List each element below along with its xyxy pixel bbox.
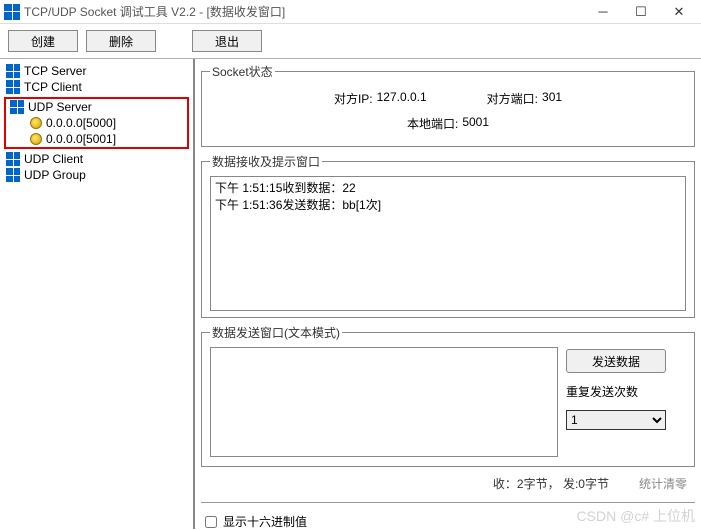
create-button[interactable]: 创建 [8, 30, 78, 52]
peer-ip: 对方IP: 127.0.0.1 [334, 90, 427, 107]
send-legend: 数据发送窗口(文本模式) [210, 324, 342, 341]
stats-reset-button[interactable]: 统计清零 [639, 475, 687, 492]
minimize-button[interactable]: ─ [593, 4, 613, 20]
highlighted-group: UDP Server 0.0.0.0[5000] 0.0.0.0[5001] [4, 97, 189, 149]
window-controls: ─ ☐ ✕ [593, 4, 697, 20]
content-area: TCP Server TCP Client UDP Server 0.0.0.0… [0, 59, 701, 529]
node-icon [10, 100, 24, 114]
exit-button[interactable]: 退出 [192, 30, 262, 52]
recv-legend: 数据接收及提示窗口 [210, 153, 322, 170]
node-icon [6, 168, 20, 182]
socket-status-group: Socket状态 对方IP: 127.0.0.1 对方端口: 301 本地端口: [201, 63, 695, 147]
connection-icon [30, 133, 42, 145]
close-button[interactable]: ✕ [669, 4, 689, 20]
tree-udp-conn-5000[interactable]: 0.0.0.0[5000] [6, 115, 187, 131]
recv-group: 数据接收及提示窗口 下午 1:51:15收到数据：22 下午 1:51:36发送… [201, 153, 695, 318]
tree-udp-group[interactable]: UDP Group [2, 167, 191, 183]
hex-row: 显示十六进制值 [201, 511, 695, 529]
stats-recv: 收：2字节， 发:0字节 [493, 475, 609, 492]
send-button[interactable]: 发送数据 [566, 349, 666, 373]
tree-label: 0.0.0.0[5000] [46, 116, 116, 130]
local-port: 本地端口: 5001 [407, 115, 489, 132]
tree-udp-server[interactable]: UDP Server [6, 99, 187, 115]
hex-checkbox[interactable] [205, 516, 217, 528]
maximize-button[interactable]: ☐ [631, 4, 651, 20]
tree-label: TCP Client [24, 80, 82, 94]
app-icon [4, 4, 20, 20]
repeat-count-select[interactable]: 1 [566, 410, 666, 430]
node-icon [6, 152, 20, 166]
hex-label: 显示十六进制值 [223, 513, 307, 529]
peer-port: 对方端口: 301 [487, 90, 562, 107]
tree-label: TCP Server [24, 64, 86, 78]
sidebar-tree[interactable]: TCP Server TCP Client UDP Server 0.0.0.0… [0, 59, 195, 529]
title-bar: TCP/UDP Socket 调试工具 V2.2 - [数据收发窗口] ─ ☐ … [0, 0, 701, 24]
toolbar: 创建 删除 退出 [0, 24, 701, 59]
tree-label: UDP Server [28, 100, 92, 114]
separator [201, 502, 695, 503]
window-title: TCP/UDP Socket 调试工具 V2.2 - [数据收发窗口] [24, 3, 593, 20]
repeat-label: 重复发送次数 [566, 383, 686, 400]
tree-tcp-server[interactable]: TCP Server [2, 63, 191, 79]
recv-log[interactable]: 下午 1:51:15收到数据：22 下午 1:51:36发送数据：bb[1次] [210, 176, 686, 311]
tree-label: UDP Group [24, 168, 86, 182]
delete-button[interactable]: 删除 [86, 30, 156, 52]
send-textarea[interactable] [210, 347, 558, 457]
tree-label: UDP Client [24, 152, 83, 166]
main-panel: Socket状态 对方IP: 127.0.0.1 对方端口: 301 本地端口: [195, 59, 701, 529]
tree-label: 0.0.0.0[5001] [46, 132, 116, 146]
socket-status-legend: Socket状态 [210, 63, 275, 80]
connection-icon [30, 117, 42, 129]
stats-row: 收：2字节， 发:0字节 统计清零 [201, 473, 695, 494]
tree-udp-client[interactable]: UDP Client [2, 151, 191, 167]
send-group: 数据发送窗口(文本模式) 发送数据 重复发送次数 1 [201, 324, 695, 467]
node-icon [6, 64, 20, 78]
tree-tcp-client[interactable]: TCP Client [2, 79, 191, 95]
node-icon [6, 80, 20, 94]
tree-udp-conn-5001[interactable]: 0.0.0.0[5001] [6, 131, 187, 147]
